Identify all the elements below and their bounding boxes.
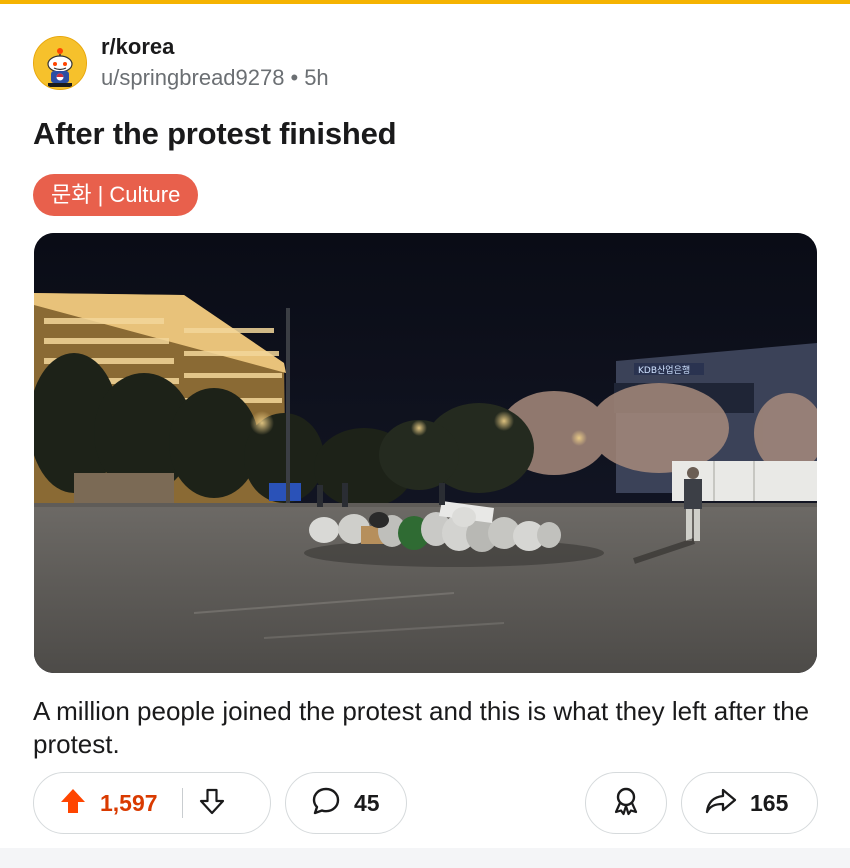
comment-bubble-icon bbox=[310, 785, 342, 822]
award-button[interactable] bbox=[585, 772, 667, 834]
night-plaza-photo: KDB산업은행 bbox=[34, 233, 817, 673]
building-sign: KDB산업은행 bbox=[638, 364, 690, 376]
post-flair[interactable]: 문화 | Culture bbox=[33, 174, 199, 216]
action-bar: 1,597 45 165 bbox=[33, 772, 818, 836]
vote-divider bbox=[181, 788, 183, 818]
post-title[interactable]: After the protest finished bbox=[33, 116, 397, 152]
post-meta: r/korea u/springbread9278 • 5h bbox=[101, 33, 329, 93]
post-body: A million people joined the protest and … bbox=[33, 696, 810, 759]
post-header: r/korea u/springbread9278 • 5h bbox=[33, 33, 329, 93]
post-image[interactable]: KDB산업은행 bbox=[34, 233, 817, 673]
author-name[interactable]: u/springbread9278 bbox=[101, 65, 284, 90]
subreddit-avatar[interactable] bbox=[33, 36, 87, 90]
subreddit-name[interactable]: r/korea bbox=[101, 33, 329, 61]
vote-control: 1,597 bbox=[33, 772, 271, 834]
byline-separator: • bbox=[290, 65, 299, 90]
comments-button[interactable]: 45 bbox=[285, 772, 407, 834]
share-count: 165 bbox=[750, 789, 789, 816]
snoo-icon bbox=[34, 37, 86, 89]
arrow-down-icon[interactable] bbox=[197, 786, 227, 821]
top-accent-bar bbox=[0, 0, 850, 4]
comment-count: 45 bbox=[354, 789, 380, 816]
byline: u/springbread9278 • 5h bbox=[101, 63, 329, 93]
share-arrow-icon bbox=[704, 785, 738, 822]
feed-divider bbox=[0, 848, 850, 868]
share-button[interactable]: 165 bbox=[681, 772, 818, 834]
arrow-up-icon[interactable] bbox=[58, 786, 88, 821]
post-age: 5h bbox=[304, 65, 329, 90]
vote-count: 1,597 bbox=[100, 789, 158, 816]
award-icon bbox=[610, 785, 642, 822]
